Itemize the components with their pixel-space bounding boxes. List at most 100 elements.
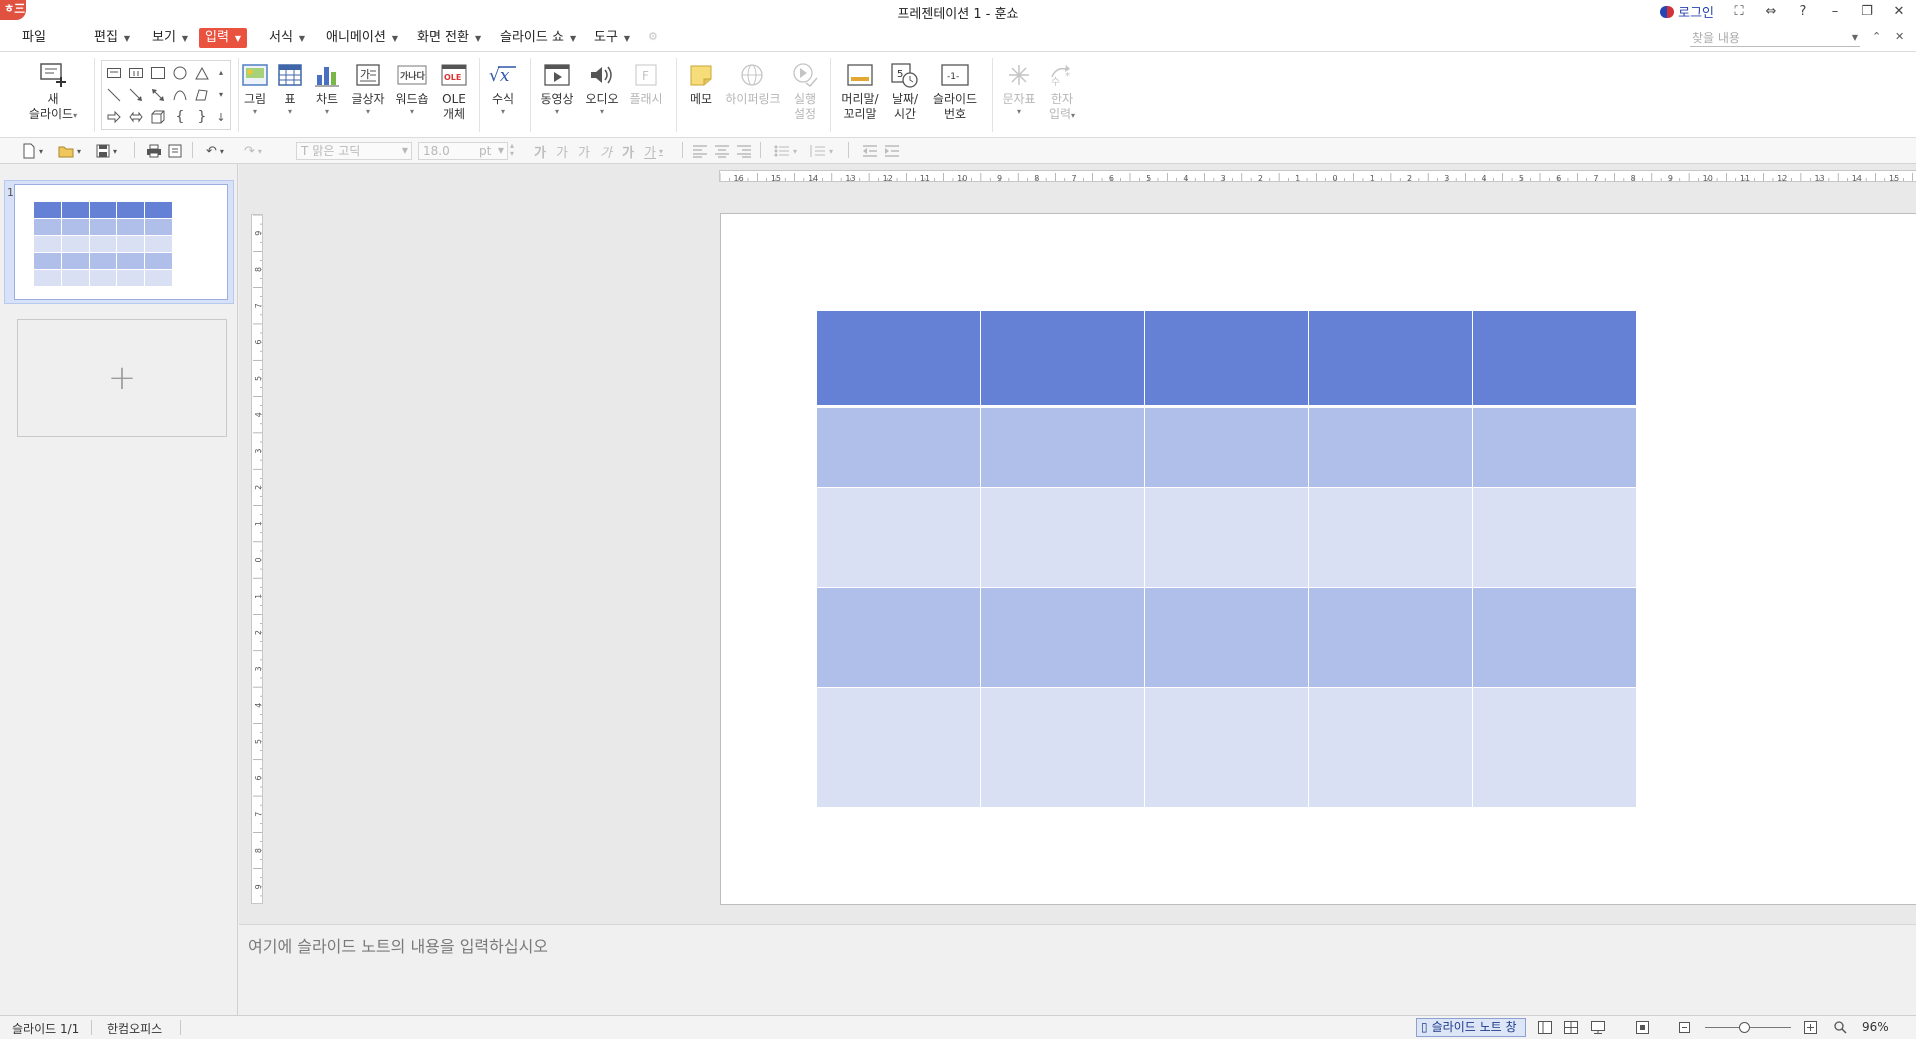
gallery-scroll-up-icon[interactable]: ▴: [214, 63, 228, 81]
date-time-button[interactable]: 5 날짜/ 시간: [888, 60, 922, 122]
slide-thumbnail[interactable]: [14, 184, 228, 300]
menu-animation[interactable]: 애니메이션 ▼: [320, 28, 404, 48]
table-header-cell[interactable]: [981, 311, 1144, 405]
table-cell[interactable]: [1145, 488, 1308, 587]
bullet-list-icon[interactable]: ▾: [774, 142, 797, 160]
table-cell[interactable]: [817, 688, 980, 807]
table-button[interactable]: 표 ▾: [276, 60, 304, 116]
menu-insert[interactable]: 입력 ▼: [199, 28, 248, 48]
arrow-line-shape-icon[interactable]: [127, 86, 145, 104]
table-cell[interactable]: [1473, 688, 1636, 807]
table-cell[interactable]: [1145, 688, 1308, 807]
redo-icon[interactable]: ↷ ▾: [244, 142, 262, 160]
find-input[interactable]: 찾을 내용 ▼: [1690, 29, 1860, 47]
slide-table[interactable]: [817, 311, 1637, 808]
wordart-button[interactable]: 가나다 워드숍 ▾: [393, 60, 431, 116]
font-grow-icon[interactable]: 가: [534, 142, 546, 161]
chevron-down-icon[interactable]: ▼: [402, 143, 408, 159]
outline-icon[interactable]: 가: [622, 142, 634, 161]
font-name-select[interactable]: T 맑은 고딕 ▼: [296, 142, 412, 160]
table-cell[interactable]: [981, 488, 1144, 587]
menu-edit[interactable]: 편집 ▼: [88, 28, 136, 48]
chevron-down-icon[interactable]: ▾: [113, 147, 117, 156]
save-icon[interactable]: ▾: [96, 142, 117, 160]
table-header-cell[interactable]: [1473, 311, 1636, 405]
table-cell[interactable]: [1309, 488, 1472, 587]
undo-icon[interactable]: ↶ ▾: [206, 142, 224, 160]
decrease-indent-icon[interactable]: [862, 142, 878, 160]
left-brace-shape-icon[interactable]: {: [171, 108, 189, 126]
symbol-button[interactable]: 문자표 ▾: [1000, 60, 1038, 116]
horizontal-ruler[interactable]: 16 15 14 13 12 11 10 9 8 7 6 5 4 3 2 1 0 1 2 3 4 5 6 7 8 9 10 11 12 1…: [719, 170, 1916, 182]
menu-transition[interactable]: 화면 전환 ▼: [411, 28, 487, 48]
print-preview-icon[interactable]: [168, 142, 182, 160]
video-button[interactable]: 동영상 ▾: [538, 60, 576, 116]
font-shrink-icon[interactable]: 가: [556, 142, 568, 161]
picture-button[interactable]: 그림 ▾: [241, 60, 269, 116]
quick-settings-icon[interactable]: ⚙: [648, 30, 658, 43]
slide-canvas[interactable]: [720, 213, 1916, 905]
collapse-ribbon-icon[interactable]: ⌃: [1872, 30, 1881, 43]
slideshow-view-icon[interactable]: [1590, 1020, 1606, 1035]
chevron-down-icon[interactable]: ▾: [220, 147, 224, 156]
freeform-shape-icon[interactable]: [193, 86, 211, 104]
ole-object-button[interactable]: OLE OLE 개체: [438, 60, 470, 122]
add-slide-button[interactable]: +: [17, 319, 227, 437]
numbered-list-icon[interactable]: ▾: [810, 142, 833, 160]
table-header-cell[interactable]: [1145, 311, 1308, 405]
cube-shape-icon[interactable]: [149, 108, 167, 126]
slide-notes-pane[interactable]: 여기에 슬라이드 노트의 내용을 입력하십시오: [239, 924, 1916, 1015]
textbox-button[interactable]: 가 글상자 ▾: [349, 60, 387, 116]
table-cell[interactable]: [1309, 408, 1472, 487]
table-cell[interactable]: [817, 588, 980, 687]
ellipse-shape-icon[interactable]: [171, 64, 189, 82]
left-right-arrow-shape-icon[interactable]: [127, 108, 145, 126]
menu-view[interactable]: 보기 ▼: [146, 28, 194, 48]
audio-button[interactable]: 오디오 ▾: [584, 60, 620, 116]
table-cell[interactable]: [1473, 408, 1636, 487]
font-size-stepper[interactable]: ▴ ▾: [510, 142, 514, 160]
menu-file[interactable]: 파일: [16, 28, 52, 48]
memo-button[interactable]: 메모: [684, 60, 718, 107]
table-cell[interactable]: [1473, 588, 1636, 687]
chevron-down-icon[interactable]: ▾: [829, 147, 833, 156]
chevron-down-icon[interactable]: ▾: [77, 147, 81, 156]
normal-view-icon[interactable]: [1537, 1020, 1553, 1035]
double-arrow-shape-icon[interactable]: [149, 86, 167, 104]
table-cell[interactable]: [1473, 488, 1636, 587]
table-cell[interactable]: [1309, 588, 1472, 687]
vertical-ruler[interactable]: 9876543210123456789: [251, 214, 263, 904]
help-icon[interactable]: ?: [1796, 4, 1810, 19]
hanja-input-button[interactable]: 수 * 한자 입력▾: [1045, 60, 1079, 122]
table-cell[interactable]: [981, 408, 1144, 487]
chevron-down-icon[interactable]: ▾: [793, 147, 797, 156]
chevron-down-icon[interactable]: ▾: [39, 147, 43, 156]
textbox-shape-icon[interactable]: [105, 64, 123, 82]
login-button[interactable]: 로그인: [1660, 2, 1714, 21]
vertical-textbox-shape-icon[interactable]: [127, 64, 145, 82]
hyperlink-button[interactable]: 하이퍼링크: [724, 60, 782, 107]
align-right-icon[interactable]: [736, 142, 752, 160]
chevron-down-icon[interactable]: ▾: [258, 147, 262, 156]
minimize-icon[interactable]: –: [1828, 4, 1842, 19]
table-cell[interactable]: [1309, 688, 1472, 807]
underline-icon[interactable]: 가 ▾: [644, 142, 663, 161]
slide-number-button[interactable]: -1- 슬라이드 번호: [928, 60, 982, 122]
table-cell[interactable]: [817, 488, 980, 587]
zoom-slider-handle[interactable]: [1739, 1022, 1750, 1033]
fullscreen-icon[interactable]: ⛶: [1732, 4, 1746, 19]
gallery-scroll-down-icon[interactable]: ▾: [214, 85, 228, 103]
chevron-down-icon[interactable]: ▼: [498, 143, 504, 159]
chevron-down-icon[interactable]: ▼: [1852, 29, 1858, 47]
increase-indent-icon[interactable]: [884, 142, 900, 160]
action-settings-button[interactable]: 실행 설정: [788, 60, 822, 122]
triangle-shape-icon[interactable]: [193, 64, 211, 82]
chevron-down-icon[interactable]: ▾: [659, 147, 663, 156]
menu-tools[interactable]: 도구 ▼: [588, 28, 636, 48]
slide-sorter-view-icon[interactable]: [1563, 1020, 1579, 1035]
table-cell[interactable]: [981, 588, 1144, 687]
shapes-gallery[interactable]: { } ▴ ▾ ↓: [101, 60, 231, 130]
close-document-icon[interactable]: ✕: [1895, 30, 1904, 43]
header-footer-button[interactable]: 머리말/ 꼬리말: [838, 60, 882, 122]
zoom-magnifier-icon[interactable]: [1832, 1020, 1848, 1035]
